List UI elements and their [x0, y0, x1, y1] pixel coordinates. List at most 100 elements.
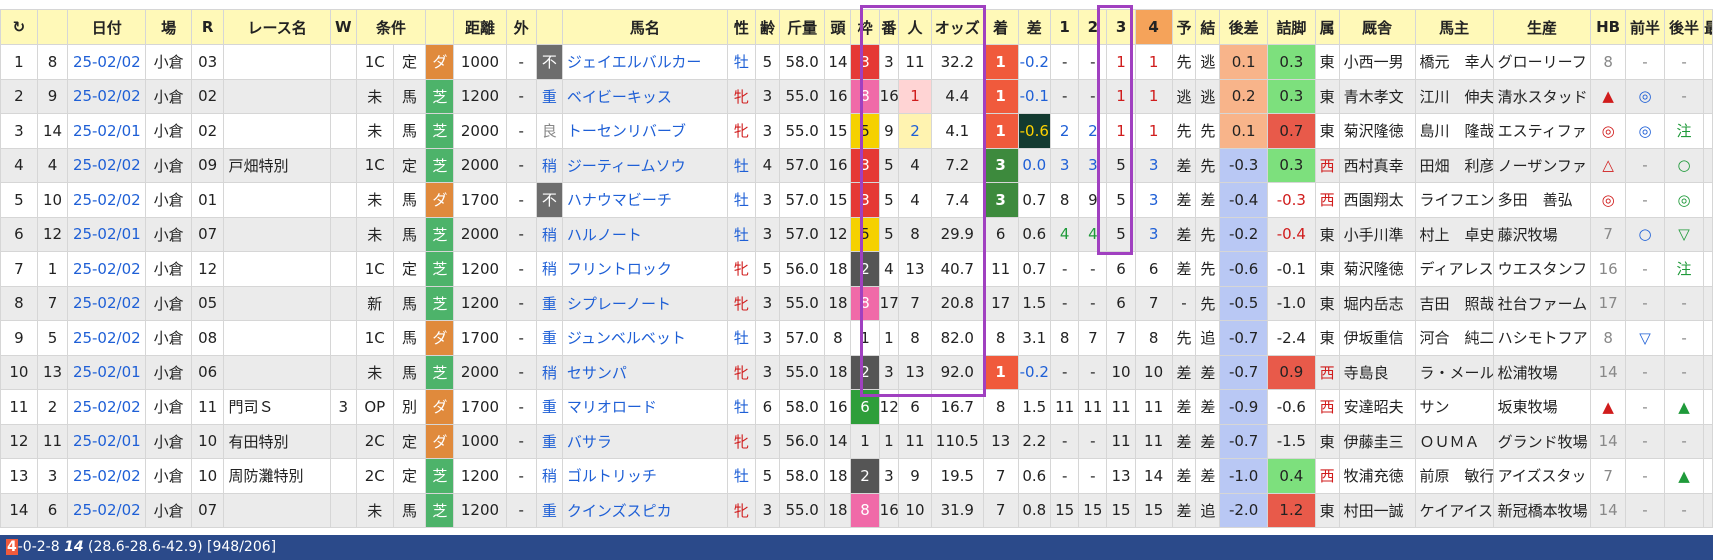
col-odds[interactable]: オッズ [930, 9, 984, 45]
col-trainer[interactable]: 厩舎 [1338, 9, 1416, 45]
corner4: 1 [1134, 113, 1173, 149]
table-row[interactable]: 11 2 25-02/02 小倉 11 門司Ｓ 3 OP 別ダ 1700- 重マリオロード牡 6 58.… [0, 389, 1713, 425]
entry-order: 5 [36, 320, 69, 356]
date-link[interactable]: 25-02/01 [67, 423, 147, 459]
horse-name-link[interactable]: ジュンベルベット [561, 320, 728, 356]
col-ban[interactable]: 番 [878, 9, 900, 45]
col-late-diff[interactable]: 後差 [1219, 9, 1268, 45]
horse-name-link[interactable]: マリオロード [561, 389, 728, 425]
race-kind: 馬 [392, 182, 427, 218]
col-finish[interactable]: 着 [982, 9, 1019, 45]
col-corner3[interactable]: 3 [1106, 9, 1136, 45]
date-link[interactable]: 25-02/01 [67, 354, 147, 390]
heads: 18 [824, 354, 852, 390]
date-link[interactable]: 25-02/02 [67, 492, 147, 528]
date-link[interactable]: 25-02/02 [67, 147, 147, 183]
horse-name-link[interactable]: ゴルトリッチ [561, 458, 728, 494]
col-race-no[interactable]: R [190, 9, 225, 45]
horse-name-link[interactable]: シプレーノート [561, 285, 728, 321]
table-row[interactable]: 10 13 25-02/01 小倉 06 未馬芝 2000- 稍セサンパ牝 3 55.0 18 2 3 1… [0, 354, 1713, 390]
col-corner1[interactable]: 1 [1050, 9, 1080, 45]
col-place[interactable]: 場 [145, 9, 192, 45]
horse-name-link[interactable]: ハナウマビーチ [561, 182, 728, 218]
table-row[interactable]: 9 5 25-02/02 小倉 08 1C 馬ダ 1700- 重ジュンベルベット牡 3 57.0 8 1… [0, 320, 1713, 356]
horse-name-link[interactable]: フリントロック [561, 251, 728, 287]
col-popularity[interactable]: 人 [898, 9, 932, 45]
col-first-half[interactable]: 前半 [1624, 9, 1666, 45]
col-w[interactable]: W [329, 9, 357, 45]
row-number: 7 [0, 251, 38, 287]
table-row[interactable]: 1 8 25-02/02 小倉 03 1C 定ダ 1000- 不ジェイエルバルカー牡 5 58.0 1… [0, 44, 1713, 80]
col-outer[interactable]: 外 [505, 9, 537, 45]
col-horse-name[interactable]: 馬名 [561, 9, 728, 45]
col-corner2[interactable]: 2 [1078, 9, 1108, 45]
col-date[interactable]: 日付 [67, 9, 147, 45]
col-surface[interactable] [425, 9, 455, 45]
trainer: 伊坂重信 [1338, 320, 1416, 356]
table-row[interactable]: 13 3 25-02/02 小倉 10 周防灘特別 2C 定芝 1200- 稍ゴルトリッチ牡 5 58… [0, 458, 1713, 494]
col-waku[interactable]: 枠 [850, 9, 880, 45]
table-row[interactable]: 14 6 25-02/02 小倉 07 未馬芝 1200- 重クインズスピカ牝 3 55.0 18 8… [0, 492, 1713, 528]
col-closing[interactable]: 詰脚 [1266, 9, 1316, 45]
weight: 57.0 [778, 182, 826, 218]
col-margin[interactable]: 差 [1017, 9, 1052, 45]
table-row[interactable]: 12 11 25-02/01 小倉 10 有田特別 2C 定ダ 1000- 重バサラ牝 5 56.0 1… [0, 423, 1713, 459]
odds: 40.7 [930, 251, 984, 287]
corner1: - [1050, 285, 1080, 321]
late-diff: 0.1 [1219, 44, 1268, 80]
table-row[interactable]: 2 9 25-02/02 小倉 02 未馬芝 1200- 重ベイビーキッス牝 3 55.0 16 8 1… [0, 78, 1713, 114]
date-link[interactable]: 25-02/02 [67, 251, 147, 287]
breeder: 松浦牧場 [1492, 354, 1592, 390]
col-sex[interactable]: 性 [726, 9, 757, 45]
col-result[interactable]: 結 [1195, 9, 1221, 45]
date-link[interactable]: 25-02/02 [67, 389, 147, 425]
race-kind: 馬 [392, 492, 427, 528]
col-last[interactable]: 最 [1703, 9, 1713, 45]
table-row[interactable]: 6 12 25-02/01 小倉 07 未馬芝 2000- 稍ハルノート牡 3 57.0 12 5 5 8… [0, 216, 1713, 252]
closing: 1.2 [1266, 492, 1316, 528]
horse-name-link[interactable]: バサラ [561, 423, 728, 459]
table-row[interactable]: 5 10 25-02/02 小倉 01 未馬ダ 1700- 不ハナウマビーチ牡 3 57.0 15 3… [0, 182, 1713, 218]
waku: 3 [850, 147, 880, 183]
date-link[interactable]: 25-02/01 [67, 113, 147, 149]
col-condition[interactable]: 条件 [355, 9, 427, 45]
race-number: 02 [190, 78, 225, 114]
col-heads[interactable]: 頭 [824, 9, 852, 45]
col-distance[interactable]: 距離 [453, 9, 507, 45]
col-affiliation[interactable]: 属 [1314, 9, 1340, 45]
date-link[interactable]: 25-02/01 [67, 216, 147, 252]
date-link[interactable]: 25-02/02 [67, 458, 147, 494]
date-link[interactable]: 25-02/02 [67, 182, 147, 218]
col-weight[interactable]: 斤量 [778, 9, 826, 45]
ban: 16 [878, 78, 900, 114]
horse-name-link[interactable]: ベイビーキッス [561, 78, 728, 114]
date-link[interactable]: 25-02/02 [67, 44, 147, 80]
second-half: ◎ [1664, 182, 1705, 218]
reload-icon[interactable]: ↻ [0, 9, 38, 45]
horse-name-link[interactable]: ジーティームソウ [561, 147, 728, 183]
table-row[interactable]: 8 7 25-02/02 小倉 05 新馬芝 1200- 重シプレーノート牝 3 55.0 18 8 1… [0, 285, 1713, 321]
horse-name-link[interactable]: トーセンリバーブ [561, 113, 728, 149]
distance: 1200 [453, 492, 507, 528]
col-hb[interactable]: HB [1590, 9, 1626, 45]
table-row[interactable]: 7 1 25-02/02 小倉 12 1C 定芝 1200- 稍フリントロック牝 5 56.0 18 2… [0, 251, 1713, 287]
table-row[interactable]: 3 14 25-02/01 小倉 02 未馬芝 2000- 良トーセンリバーブ牝 3 55.0 15… [0, 113, 1713, 149]
col-corner4[interactable]: 4 [1134, 9, 1173, 45]
col-breeder[interactable]: 生産 [1492, 9, 1592, 45]
col-going[interactable] [535, 9, 563, 45]
col-entry[interactable] [36, 9, 69, 45]
horse-name-link[interactable]: ハルノート [561, 216, 728, 252]
col-owner[interactable]: 馬主 [1414, 9, 1494, 45]
col-second-half[interactable]: 後半 [1664, 9, 1705, 45]
col-age[interactable]: 齢 [755, 9, 780, 45]
col-predicted[interactable]: 予 [1171, 9, 1197, 45]
date-link[interactable]: 25-02/02 [67, 285, 147, 321]
table-row[interactable]: 4 4 25-02/02 小倉 09 戸畑特別 1C 定芝 2000- 稍ジーティームソウ牡 4 57… [0, 147, 1713, 183]
horse-name-link[interactable]: セサンパ [561, 354, 728, 390]
affiliation: 東 [1314, 492, 1340, 528]
horse-name-link[interactable]: ジェイエルバルカー [561, 44, 728, 80]
horse-name-link[interactable]: クインズスピカ [561, 492, 728, 528]
col-race-name[interactable]: レース名 [223, 9, 331, 45]
date-link[interactable]: 25-02/02 [67, 78, 147, 114]
date-link[interactable]: 25-02/02 [67, 320, 147, 356]
